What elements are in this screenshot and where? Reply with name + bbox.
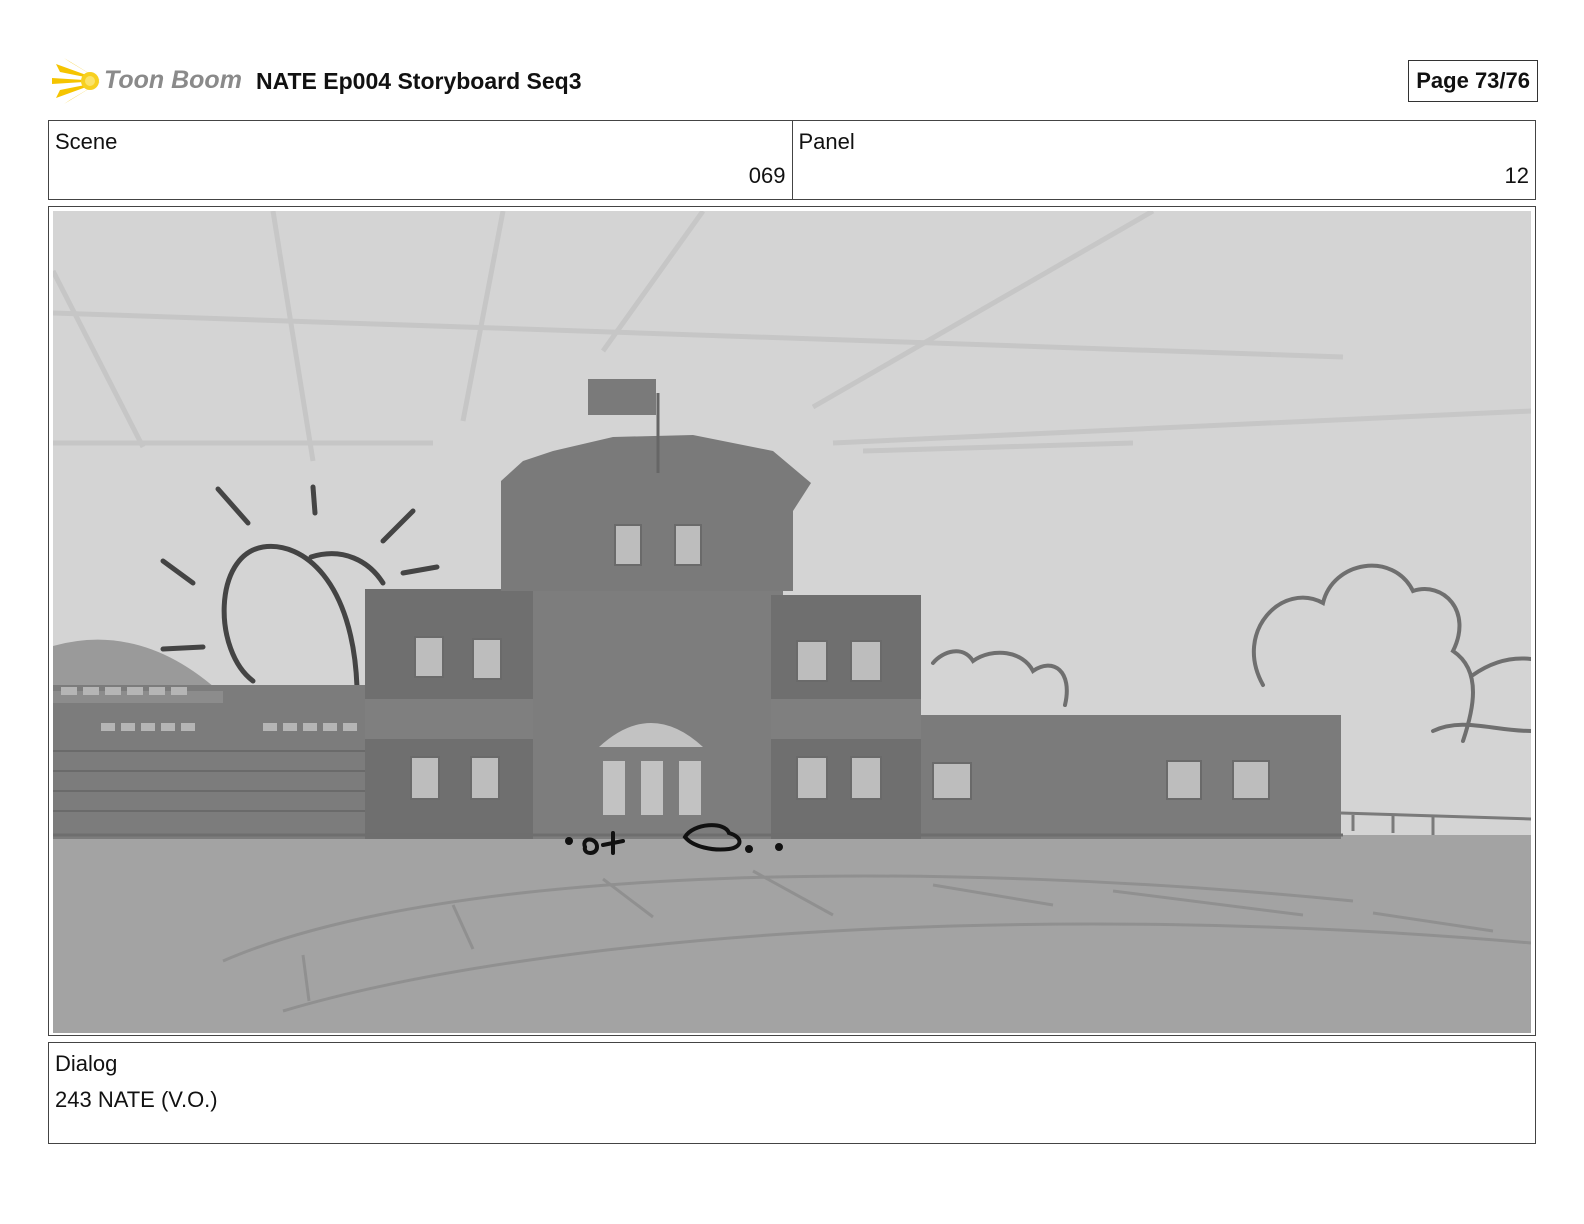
starburst-icon	[52, 58, 100, 104]
school-building-sketch	[53, 211, 1531, 1033]
dialog-text: 243 NATE (V.O.)	[55, 1087, 218, 1112]
scene-panel-row: Scene 069 Panel 12	[48, 120, 1536, 200]
toon-boom-logo: Toon Boom	[50, 56, 245, 106]
panel-number: 12	[1504, 163, 1529, 188]
scene-label: Scene	[55, 129, 118, 154]
panel-label: Panel	[798, 129, 855, 154]
document-title: NATE Ep004 Storyboard Seq3	[256, 68, 582, 94]
dialog-label: Dialog	[55, 1051, 118, 1076]
scene-cell: Scene 069	[49, 121, 792, 199]
dialog-box: Dialog 243 NATE (V.O.)	[48, 1042, 1536, 1144]
logo-text: Toon Boom	[104, 66, 242, 94]
scene-number: 069	[748, 163, 786, 188]
page-header: Toon Boom NATE Ep004 Storyboard Seq3 Pag…	[50, 56, 1538, 106]
storyboard-panel-image	[48, 206, 1536, 1036]
page-indicator: Page 73/76	[1408, 60, 1538, 102]
panel-cell: Panel 12	[791, 121, 1536, 199]
